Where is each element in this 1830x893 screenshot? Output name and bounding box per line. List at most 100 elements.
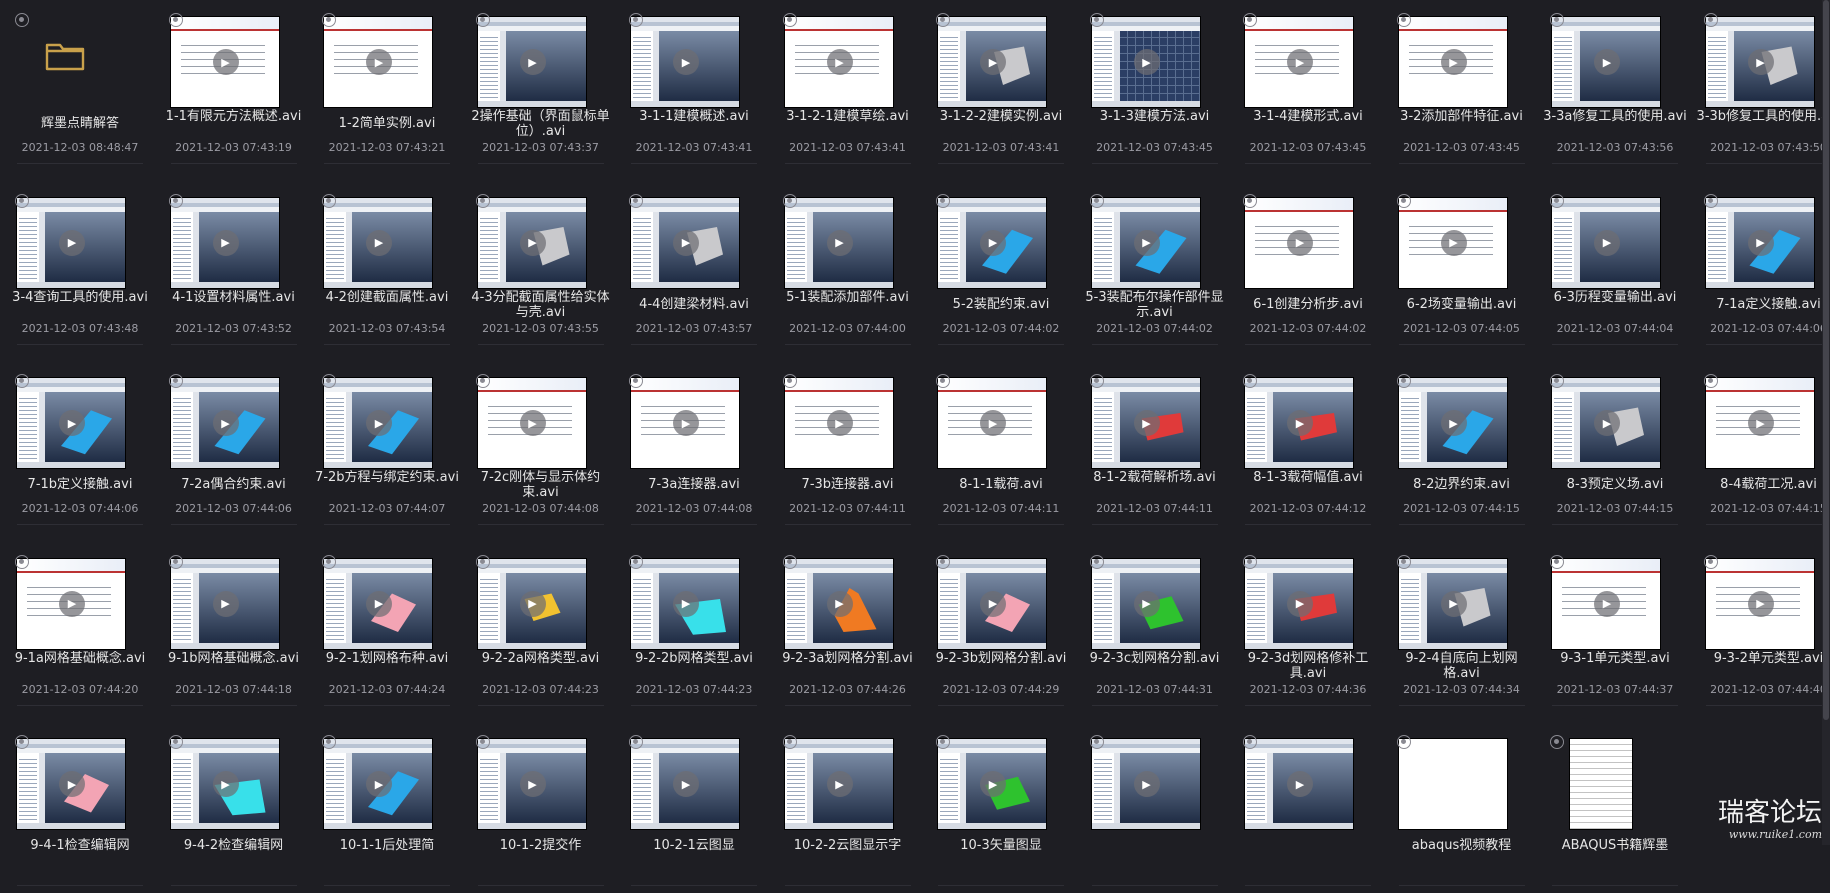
select-radio[interactable] bbox=[936, 555, 950, 569]
file-tile[interactable]: ▶3-1-2-2建模实例.avi2021-12-03 07:43:41 bbox=[926, 3, 1076, 171]
play-icon[interactable]: ▶ bbox=[59, 591, 85, 617]
play-icon[interactable]: ▶ bbox=[59, 230, 85, 256]
play-icon[interactable]: ▶ bbox=[213, 410, 239, 436]
select-radio[interactable] bbox=[1704, 374, 1718, 388]
play-icon[interactable]: ▶ bbox=[980, 410, 1006, 436]
play-icon[interactable]: ▶ bbox=[366, 49, 392, 75]
play-icon[interactable]: ▶ bbox=[366, 410, 392, 436]
play-icon[interactable]: ▶ bbox=[520, 230, 546, 256]
file-tile[interactable]: ▶4-1设置材料属性.avi2021-12-03 07:43:52 bbox=[159, 184, 309, 352]
select-radio[interactable] bbox=[1397, 735, 1411, 749]
play-icon[interactable]: ▶ bbox=[673, 49, 699, 75]
file-tile[interactable]: ▶3-1-1建模概述.avi2021-12-03 07:43:41 bbox=[619, 3, 769, 171]
file-tile[interactable]: ▶1-2简单实例.avi2021-12-03 07:43:21 bbox=[312, 3, 462, 171]
select-radio[interactable] bbox=[1550, 735, 1564, 749]
play-icon[interactable]: ▶ bbox=[1134, 410, 1160, 436]
play-icon[interactable]: ▶ bbox=[980, 49, 1006, 75]
play-icon[interactable]: ▶ bbox=[1134, 771, 1160, 797]
select-radio[interactable] bbox=[169, 374, 183, 388]
select-radio[interactable] bbox=[1090, 194, 1104, 208]
play-icon[interactable]: ▶ bbox=[1134, 230, 1160, 256]
play-icon[interactable]: ▶ bbox=[980, 230, 1006, 256]
select-radio[interactable] bbox=[629, 194, 643, 208]
file-tile[interactable]: ▶10-2-2云图显示字 bbox=[773, 725, 923, 893]
select-radio[interactable] bbox=[322, 374, 336, 388]
select-radio[interactable] bbox=[1090, 13, 1104, 27]
select-radio[interactable] bbox=[15, 374, 29, 388]
select-radio[interactable] bbox=[1397, 194, 1411, 208]
play-icon[interactable]: ▶ bbox=[1441, 49, 1467, 75]
select-radio[interactable] bbox=[783, 374, 797, 388]
select-radio[interactable] bbox=[1550, 555, 1564, 569]
file-tile[interactable]: ▶9-2-4自底向上划网格.avi2021-12-03 07:44:34 bbox=[1387, 545, 1537, 713]
file-tile[interactable]: ▶4-2创建截面属性.avi2021-12-03 07:43:54 bbox=[312, 184, 462, 352]
select-radio[interactable] bbox=[1090, 555, 1104, 569]
file-tile[interactable]: ▶9-2-3d划网格修补工具.avi2021-12-03 07:44:36 bbox=[1233, 545, 1383, 713]
play-icon[interactable]: ▶ bbox=[673, 410, 699, 436]
file-tile[interactable]: ▶8-1-2载荷解析场.avi2021-12-03 07:44:11 bbox=[1080, 364, 1230, 532]
file-tile[interactable]: ▶10-1-1后处理简 bbox=[312, 725, 462, 893]
select-radio[interactable] bbox=[15, 555, 29, 569]
play-icon[interactable]: ▶ bbox=[1134, 591, 1160, 617]
play-icon[interactable]: ▶ bbox=[673, 230, 699, 256]
file-tile[interactable]: ▶9-4-1检查编辑网 bbox=[5, 725, 155, 893]
play-icon[interactable]: ▶ bbox=[520, 771, 546, 797]
file-tile[interactable]: ▶5-2装配约束.avi2021-12-03 07:44:02 bbox=[926, 184, 1076, 352]
file-tile[interactable]: ▶7-2b方程与绑定约束.avi2021-12-03 07:44:07 bbox=[312, 364, 462, 532]
file-tile[interactable]: ▶3-4查询工具的使用.avi2021-12-03 07:43:48 bbox=[5, 184, 155, 352]
select-radio[interactable] bbox=[783, 194, 797, 208]
play-icon[interactable]: ▶ bbox=[673, 591, 699, 617]
select-radio[interactable] bbox=[476, 194, 490, 208]
play-icon[interactable]: ▶ bbox=[1441, 230, 1467, 256]
file-tile[interactable]: ▶6-3历程变量输出.avi2021-12-03 07:44:04 bbox=[1540, 184, 1690, 352]
select-radio[interactable] bbox=[1704, 13, 1718, 27]
play-icon[interactable]: ▶ bbox=[980, 771, 1006, 797]
select-radio[interactable] bbox=[322, 735, 336, 749]
select-radio[interactable] bbox=[15, 13, 29, 27]
file-tile[interactable]: ▶9-1a网格基础概念.avi2021-12-03 07:44:20 bbox=[5, 545, 155, 713]
file-tile[interactable]: ▶2操作基础（界面鼠标单位）.avi2021-12-03 07:43:37 bbox=[466, 3, 616, 171]
play-icon[interactable]: ▶ bbox=[1134, 49, 1160, 75]
select-radio[interactable] bbox=[783, 555, 797, 569]
file-tile[interactable]: ▶9-3-1单元类型.avi2021-12-03 07:44:37 bbox=[1540, 545, 1690, 713]
select-radio[interactable] bbox=[322, 13, 336, 27]
file-tile[interactable]: ▶7-3a连接器.avi2021-12-03 07:44:08 bbox=[619, 364, 769, 532]
file-tile[interactable]: ▶7-2c刚体与显示体约束.avi2021-12-03 07:44:08 bbox=[466, 364, 616, 532]
play-icon[interactable]: ▶ bbox=[1748, 410, 1774, 436]
file-tile[interactable]: ▶6-1创建分析步.avi2021-12-03 07:44:02 bbox=[1233, 184, 1383, 352]
file-tile[interactable]: ▶10-2-1云图显 bbox=[619, 725, 769, 893]
select-radio[interactable] bbox=[936, 194, 950, 208]
play-icon[interactable]: ▶ bbox=[827, 410, 853, 436]
file-tile[interactable]: ▶4-3分配截面属性给实体与壳.avi2021-12-03 07:43:55 bbox=[466, 184, 616, 352]
select-radio[interactable] bbox=[1550, 374, 1564, 388]
file-tile[interactable]: ▶9-2-3a划网格分割.avi2021-12-03 07:44:26 bbox=[773, 545, 923, 713]
select-radio[interactable] bbox=[169, 555, 183, 569]
file-tile[interactable]: ▶9-3-2单元类型.avi2021-12-03 07:44:40 bbox=[1694, 545, 1830, 713]
file-tile[interactable]: ▶8-2边界约束.avi2021-12-03 07:44:15 bbox=[1387, 364, 1537, 532]
select-radio[interactable] bbox=[1243, 13, 1257, 27]
play-icon[interactable]: ▶ bbox=[1748, 591, 1774, 617]
play-icon[interactable]: ▶ bbox=[366, 230, 392, 256]
file-tile[interactable]: ▶5-3装配布尔操作部件显示.avi2021-12-03 07:44:02 bbox=[1080, 184, 1230, 352]
play-icon[interactable]: ▶ bbox=[213, 771, 239, 797]
file-tile[interactable]: ▶6-2场变量输出.avi2021-12-03 07:44:05 bbox=[1387, 184, 1537, 352]
play-icon[interactable]: ▶ bbox=[1441, 591, 1467, 617]
file-tile[interactable]: ABAQUS书籍辉墨 bbox=[1540, 725, 1690, 893]
play-icon[interactable]: ▶ bbox=[827, 771, 853, 797]
select-radio[interactable] bbox=[322, 194, 336, 208]
file-tile[interactable]: ▶10-1-2提交作 bbox=[466, 725, 616, 893]
file-tile[interactable]: ▶4-4创建梁材料.avi2021-12-03 07:43:57 bbox=[619, 184, 769, 352]
file-tile[interactable]: ▶7-3b连接器.avi2021-12-03 07:44:11 bbox=[773, 364, 923, 532]
file-tile[interactable]: ▶7-1b定义接触.avi2021-12-03 07:44:06 bbox=[5, 364, 155, 532]
play-icon[interactable]: ▶ bbox=[366, 591, 392, 617]
play-icon[interactable]: ▶ bbox=[213, 49, 239, 75]
play-icon[interactable]: ▶ bbox=[1287, 49, 1313, 75]
select-radio[interactable] bbox=[1397, 374, 1411, 388]
select-radio[interactable] bbox=[1243, 374, 1257, 388]
play-icon[interactable]: ▶ bbox=[1441, 410, 1467, 436]
file-tile[interactable]: ▶7-2a偶合约束.avi2021-12-03 07:44:06 bbox=[159, 364, 309, 532]
file-tile[interactable]: ▶7-1a定义接触.avi2021-12-03 07:44:06 bbox=[1694, 184, 1830, 352]
vertical-scrollbar[interactable] bbox=[1822, 0, 1830, 845]
file-tile[interactable]: ▶ bbox=[1233, 725, 1383, 893]
file-tile[interactable]: ▶9-1b网格基础概念.avi2021-12-03 07:44:18 bbox=[159, 545, 309, 713]
